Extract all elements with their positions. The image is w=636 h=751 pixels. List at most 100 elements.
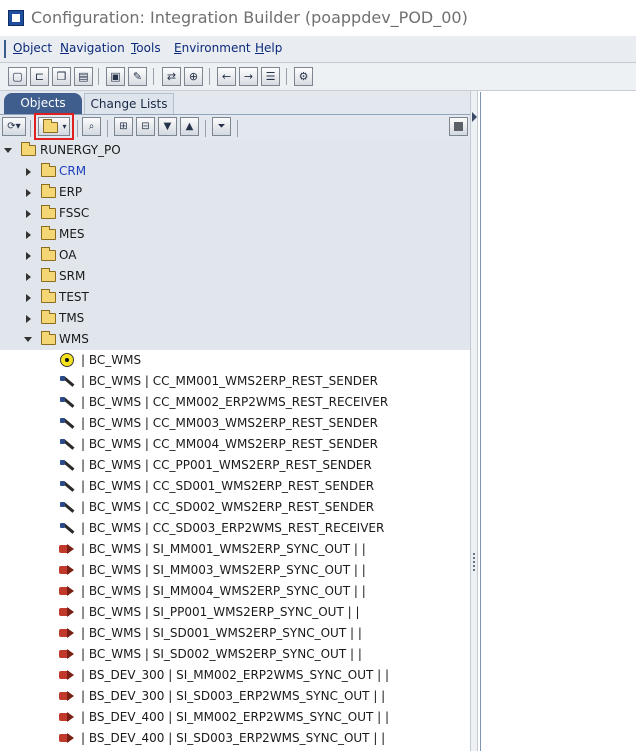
display-icon[interactable]: ▣: [106, 67, 125, 86]
collapse-all-icon[interactable]: ⊟: [136, 117, 155, 136]
chevron-right-icon[interactable]: [26, 273, 31, 281]
menu-navigation[interactable]: Navigation: [60, 41, 125, 55]
tree-row-object[interactable]: | BC_WMS | SI_MM004_WMS2ERP_SYNC_OUT | |: [0, 581, 470, 602]
tree-row-object[interactable]: | BC_WMS | CC_SD001_WMS2ERP_REST_SENDER: [0, 476, 470, 497]
sender-agreement-icon: [59, 563, 76, 578]
tree-label: MES: [59, 227, 85, 241]
tree-label: | BC_WMS | SI_MM001_WMS2ERP_SYNC_OUT | |: [81, 542, 366, 556]
sender-agreement-icon: [59, 689, 76, 704]
navigate-icon[interactable]: ⇄: [162, 67, 181, 86]
tree-row-object[interactable]: | BC_WMS | SI_SD001_WMS2ERP_SYNC_OUT | |: [0, 623, 470, 644]
tree-label: | BC_WMS: [81, 353, 142, 367]
pane-splitter[interactable]: [470, 91, 478, 751]
tree-row-object[interactable]: | BC_WMS | SI_MM003_WMS2ERP_SYNC_OUT | |: [0, 560, 470, 581]
chevron-right-icon[interactable]: [26, 168, 31, 176]
toolbar-separator: [98, 68, 99, 85]
edit-icon[interactable]: ✎: [128, 67, 147, 86]
chevron-down-icon[interactable]: [4, 148, 12, 153]
forward-icon[interactable]: →: [239, 67, 258, 86]
tree-label: | BS_DEV_300 | SI_SD003_ERP2WMS_SYNC_OUT…: [81, 689, 386, 703]
where-used-icon[interactable]: ⊕: [184, 67, 203, 86]
tree-row-root[interactable]: RUNERGY_PO: [0, 140, 470, 161]
sender-agreement-icon: [59, 605, 76, 620]
tree-row-object[interactable]: | BS_DEV_300 | SI_SD003_ERP2WMS_SYNC_OUT…: [0, 686, 470, 707]
chevron-down-icon[interactable]: [24, 337, 32, 342]
communication-channel-icon: [60, 396, 76, 409]
list-icon[interactable]: ☰: [261, 67, 280, 86]
expand-icon[interactable]: ▼: [158, 117, 177, 136]
tree-row-folder[interactable]: TMS: [0, 308, 470, 329]
tree-row-object[interactable]: | BC_WMS | SI_MM001_WMS2ERP_SYNC_OUT | |: [0, 539, 470, 560]
tree-row-folder[interactable]: TEST: [0, 287, 470, 308]
chevron-right-icon[interactable]: [26, 210, 31, 218]
menu-help[interactable]: Help: [255, 41, 282, 55]
tree-label: | BC_WMS | CC_MM004_WMS2ERP_REST_SENDER: [81, 437, 378, 451]
tree-row-object[interactable]: | BC_WMS | CC_PP001_WMS2ERP_REST_SENDER: [0, 455, 470, 476]
tree-row-folder[interactable]: FSSC: [0, 203, 470, 224]
tree-label: RUNERGY_PO: [40, 143, 121, 157]
collapse-icon[interactable]: ▲: [180, 117, 199, 136]
tree-row-object[interactable]: | BC_WMS | CC_MM001_WMS2ERP_REST_SENDER: [0, 371, 470, 392]
tree-label: | BC_WMS | SI_SD002_WMS2ERP_SYNC_OUT | |: [81, 647, 362, 661]
tree-row-object[interactable]: | BC_WMS | CC_SD003_ERP2WMS_REST_RECEIVE…: [0, 518, 470, 539]
chevron-right-icon[interactable]: [26, 189, 31, 197]
tree-label: | BC_WMS | CC_MM003_WMS2ERP_REST_SENDER: [81, 416, 378, 430]
tree-row-object[interactable]: | BC_WMS | CC_SD002_WMS2ERP_REST_SENDER: [0, 497, 470, 518]
menu-tools[interactable]: Tools: [131, 41, 161, 55]
tree-row-folder[interactable]: CRM: [0, 161, 470, 182]
expand-all-icon[interactable]: ⊞: [114, 117, 133, 136]
sender-agreement-icon: [59, 626, 76, 641]
tree-row-object[interactable]: | BC_WMS | CC_MM004_WMS2ERP_REST_SENDER: [0, 434, 470, 455]
tree-row-folder[interactable]: SRM: [0, 266, 470, 287]
tree-row-object[interactable]: | BC_WMS | CC_MM003_WMS2ERP_REST_SENDER: [0, 413, 470, 434]
folder-icon: [41, 184, 56, 198]
delete-icon[interactable]: ▤: [74, 67, 93, 86]
stop-icon[interactable]: [449, 117, 468, 136]
chevron-right-icon[interactable]: [26, 294, 31, 302]
tree-label: TEST: [59, 290, 89, 304]
tree-label: | BC_WMS | SI_SD001_WMS2ERP_SYNC_OUT | |: [81, 626, 362, 640]
settings-icon[interactable]: ⚙: [294, 67, 313, 86]
tree-row-folder[interactable]: ERP: [0, 182, 470, 203]
tree-label: | BC_WMS | CC_SD002_WMS2ERP_REST_SENDER: [81, 500, 375, 514]
collapse-pane-icon[interactable]: [472, 112, 477, 122]
folder-icon: [41, 289, 56, 303]
tree-label: | BC_WMS | SI_MM004_WMS2ERP_SYNC_OUT | |: [81, 584, 366, 598]
new-doc-icon[interactable]: ▢: [8, 67, 27, 86]
open-icon[interactable]: ⊏: [30, 67, 49, 86]
toolbar-separator: [153, 68, 154, 85]
splitter-grip[interactable]: [473, 553, 477, 571]
tree-label: CRM: [59, 164, 87, 178]
menu-object[interactable]: Object: [13, 41, 52, 55]
tree-row-folder-wms[interactable]: WMS: [0, 329, 470, 350]
refresh-icon[interactable]: ⟳▾: [2, 117, 26, 136]
tree-row-object[interactable]: | BC_WMS | CC_MM002_ERP2WMS_REST_RECEIVE…: [0, 392, 470, 413]
find-icon[interactable]: ⌕: [82, 117, 101, 136]
folder-icon: [41, 310, 56, 324]
business-component-icon: [60, 353, 74, 367]
filter-icon[interactable]: ⏷: [212, 117, 231, 136]
tree-label: | BS_DEV_400 | SI_SD003_ERP2WMS_SYNC_OUT…: [81, 731, 386, 745]
toolbar-separator: [107, 120, 108, 137]
tree-row-folder[interactable]: OA: [0, 245, 470, 266]
tree-label: | BC_WMS | SI_MM003_WMS2ERP_SYNC_OUT | |: [81, 563, 366, 577]
folder-icon: [41, 163, 56, 177]
tree-row-folder[interactable]: MES: [0, 224, 470, 245]
folder-icon: [41, 247, 56, 261]
red-highlight-box: [34, 113, 74, 140]
tree-row-object[interactable]: | BS_DEV_400 | SI_SD003_ERP2WMS_SYNC_OUT…: [0, 728, 470, 749]
tab-objects[interactable]: Objects: [4, 93, 82, 114]
chevron-right-icon[interactable]: [26, 231, 31, 239]
back-icon[interactable]: ←: [217, 67, 236, 86]
copy-icon[interactable]: ❐: [52, 67, 71, 86]
menu-environment[interactable]: Environment: [174, 41, 251, 55]
chevron-right-icon[interactable]: [26, 315, 31, 323]
tree-row-object[interactable]: | BC_WMS | SI_SD002_WMS2ERP_SYNC_OUT | |: [0, 644, 470, 665]
app-icon: [8, 10, 24, 26]
tree-row-object[interactable]: | BC_WMS: [0, 350, 470, 371]
tree-row-object[interactable]: | BS_DEV_300 | SI_MM002_ERP2WMS_SYNC_OUT…: [0, 665, 470, 686]
tree-row-object[interactable]: | BS_DEV_400 | SI_MM002_ERP2WMS_SYNC_OUT…: [0, 707, 470, 728]
tab-change-lists[interactable]: Change Lists: [84, 93, 174, 114]
chevron-right-icon[interactable]: [26, 252, 31, 260]
tree-row-object[interactable]: | BC_WMS | SI_PP001_WMS2ERP_SYNC_OUT | |: [0, 602, 470, 623]
